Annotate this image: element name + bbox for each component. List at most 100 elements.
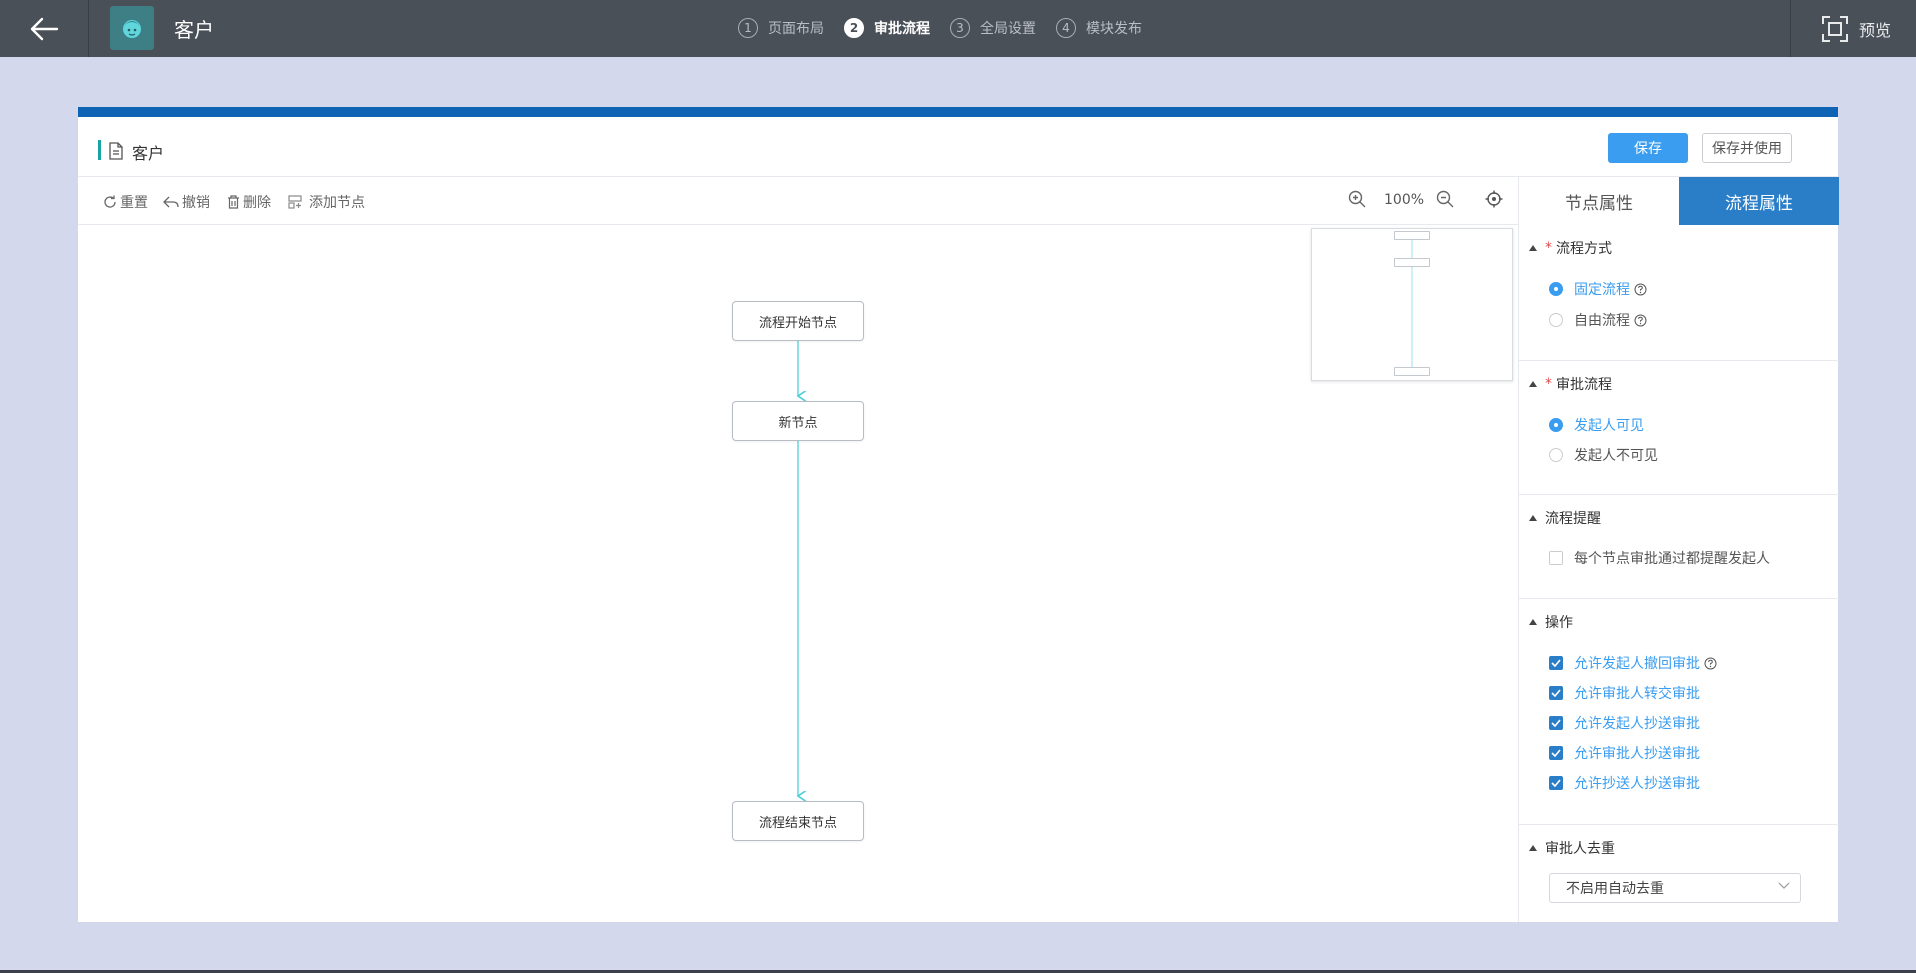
delete-button[interactable]: 删除: [227, 192, 271, 212]
checkbox-remind-initiator[interactable]: 每个节点审批通过都提醒发起人: [1549, 548, 1770, 568]
checkbox-allow-initiator-cc[interactable]: 允许发起人抄送审批: [1549, 713, 1700, 733]
step-number: 4: [1056, 18, 1076, 38]
radio-fixed-flow[interactable]: 固定流程: [1549, 279, 1647, 299]
customer-icon: [123, 20, 141, 38]
checkbox-allow-approver-cc[interactable]: 允许审批人抄送审批: [1549, 743, 1700, 763]
step-page-layout[interactable]: 1 页面布局: [738, 18, 824, 38]
header-accent-bar: [98, 140, 101, 160]
reset-button[interactable]: 重置: [103, 192, 148, 212]
section-title[interactable]: 操作: [1529, 612, 1573, 632]
add-node-label: 添加节点: [309, 195, 365, 211]
section-title[interactable]: 流程提醒: [1529, 508, 1601, 528]
undo-icon: [163, 196, 179, 208]
checkbox[interactable]: [1549, 551, 1563, 565]
section-title[interactable]: * 流程方式: [1529, 238, 1612, 258]
radio-initiator-visible[interactable]: 发起人可见: [1549, 415, 1644, 435]
checkbox-allow-cc-recipient-cc[interactable]: 允许抄送人抄送审批: [1549, 773, 1700, 793]
option-label: 允许发起人抄送审批: [1574, 716, 1700, 732]
section-title-text: 流程提醒: [1545, 511, 1601, 527]
app-avatar: [110, 6, 154, 50]
back-button[interactable]: [0, 0, 89, 57]
checkbox[interactable]: [1549, 716, 1563, 730]
collapse-triangle-icon: [1529, 845, 1537, 851]
radio-button[interactable]: [1549, 418, 1563, 432]
step-label: 审批流程: [874, 21, 930, 37]
section-title-text: 流程方式: [1556, 241, 1612, 257]
option-label: 发起人可见: [1574, 418, 1644, 434]
step-label: 页面布局: [768, 21, 824, 37]
step-number: 2: [844, 18, 864, 38]
section-flow-mode: * 流程方式 固定流程 自由流程: [1519, 225, 1839, 361]
zoom-in-icon[interactable]: [1348, 190, 1366, 208]
radio-button[interactable]: [1549, 313, 1563, 327]
section-reminder: 流程提醒 每个节点审批通过都提醒发起人: [1519, 495, 1839, 599]
checkbox[interactable]: [1549, 776, 1563, 790]
add-node-button[interactable]: 添加节点: [288, 192, 365, 212]
step-number: 1: [738, 18, 758, 38]
properties-tabs: 节点属性 流程属性: [1519, 177, 1839, 225]
checkbox[interactable]: [1549, 656, 1563, 670]
section-approval-flow: * 审批流程 发起人可见 发起人不可见: [1519, 361, 1839, 495]
reset-label: 重置: [120, 195, 148, 211]
fullscreen-icon: [1822, 15, 1848, 42]
radio-button[interactable]: [1549, 282, 1563, 296]
minimap-connectors: [1411, 240, 1413, 367]
option-label: 自由流程: [1574, 313, 1630, 329]
locate-icon[interactable]: [1485, 190, 1503, 208]
undo-button[interactable]: 撤销: [163, 192, 210, 212]
step-global-settings[interactable]: 3 全局设置: [950, 18, 1036, 38]
section-title[interactable]: * 审批流程: [1529, 374, 1612, 394]
help-icon[interactable]: [1704, 657, 1717, 670]
radio-button[interactable]: [1549, 448, 1563, 462]
chevron-down-icon: [1778, 882, 1790, 889]
minimap[interactable]: [1311, 228, 1513, 381]
checkbox[interactable]: [1549, 686, 1563, 700]
option-label: 允许发起人撤回审批: [1574, 656, 1700, 672]
document-icon: [109, 142, 123, 160]
tab-flow-properties[interactable]: 流程属性: [1679, 177, 1839, 225]
dedupe-select[interactable]: 不启用自动去重: [1549, 873, 1801, 903]
trash-icon: [228, 195, 239, 209]
preview-button[interactable]: 预览: [1790, 0, 1916, 57]
flow-node-new[interactable]: 新节点: [732, 401, 864, 441]
checkbox-allow-initiator-withdraw[interactable]: 允许发起人撤回审批: [1549, 653, 1717, 673]
radio-initiator-invisible[interactable]: 发起人不可见: [1549, 445, 1658, 465]
radio-free-flow[interactable]: 自由流程: [1549, 310, 1647, 330]
flow-node-start[interactable]: 流程开始节点: [732, 301, 864, 341]
step-approval-flow[interactable]: 2 审批流程: [844, 18, 930, 38]
step-module-publish[interactable]: 4 模块发布: [1056, 18, 1142, 38]
save-and-use-button[interactable]: 保存并使用: [1702, 133, 1792, 163]
preview-label: 预览: [1859, 20, 1892, 40]
check-icon: [1551, 659, 1561, 667]
save-button[interactable]: 保存: [1608, 133, 1688, 163]
refresh-icon: [104, 195, 116, 208]
option-label: 允许抄送人抄送审批: [1574, 776, 1700, 792]
check-icon: [1551, 689, 1561, 697]
checkbox-allow-approver-transfer[interactable]: 允许审批人转交审批: [1549, 683, 1700, 703]
section-title-text: 审批流程: [1556, 377, 1612, 393]
required-mark: *: [1545, 376, 1552, 392]
option-label: 固定流程: [1574, 282, 1630, 298]
flow-node-end[interactable]: 流程结束节点: [732, 801, 864, 841]
check-icon: [1551, 719, 1561, 727]
panel-header: 客户 保存 保存并使用: [78, 117, 1838, 177]
top-bar: 客户 1 页面布局 2 审批流程 3 全局设置 4 模块发布 预览: [0, 0, 1916, 57]
tab-node-properties[interactable]: 节点属性: [1519, 177, 1679, 225]
undo-label: 撤销: [182, 195, 210, 211]
arrow-left-icon: [30, 17, 59, 40]
check-icon: [1551, 749, 1561, 757]
collapse-triangle-icon: [1529, 381, 1537, 387]
required-mark: *: [1545, 240, 1552, 256]
add-node-icon: [288, 195, 302, 209]
section-title[interactable]: 审批人去重: [1529, 838, 1615, 858]
flow-canvas[interactable]: 流程开始节点 新节点 流程结束节点: [78, 225, 1518, 922]
zoom-level: 100%: [1384, 192, 1425, 208]
zoom-out-icon[interactable]: [1436, 190, 1454, 208]
option-label: 每个节点审批通过都提醒发起人: [1574, 551, 1770, 567]
app-title: 客户: [174, 18, 214, 42]
checkbox[interactable]: [1549, 746, 1563, 760]
help-icon[interactable]: [1634, 314, 1647, 327]
help-icon[interactable]: [1634, 283, 1647, 296]
step-label: 全局设置: [980, 21, 1036, 37]
canvas-toolbar: 重置 撤销 删除 添加节点 100%: [78, 177, 1518, 225]
